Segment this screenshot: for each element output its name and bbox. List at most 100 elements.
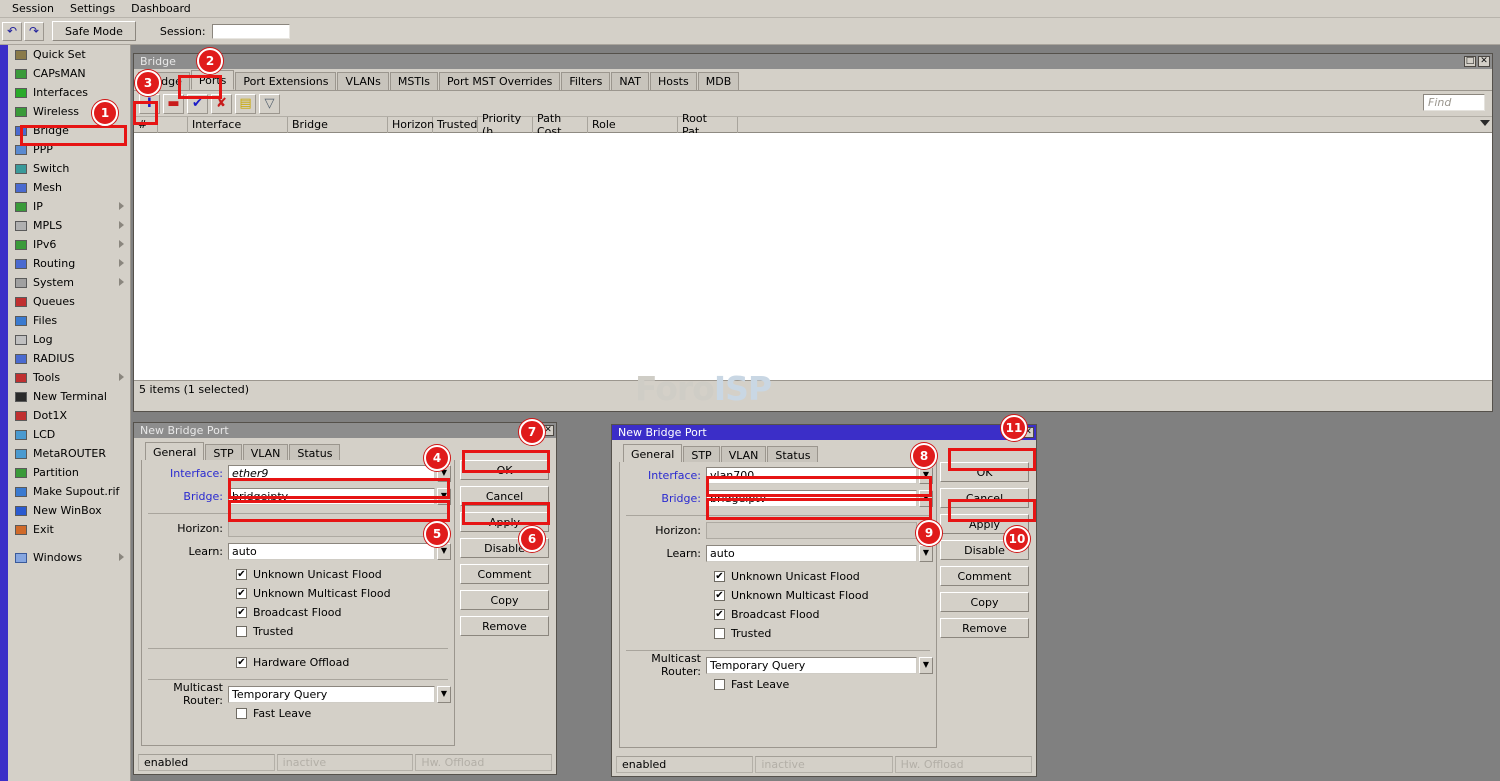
sidebar-item-ipv6[interactable]: IPv6 [8, 235, 131, 254]
multicast-router-input[interactable]: Temporary Query [228, 686, 435, 703]
tab-nat[interactable]: NAT [611, 72, 649, 90]
remove-button[interactable]: Remove [460, 616, 549, 636]
tab-filters[interactable]: Filters [561, 72, 610, 90]
learn-input[interactable]: auto [706, 545, 917, 562]
checkbox-row-broadcast-flood[interactable]: ✔Broadcast Flood [620, 605, 936, 624]
checkbox-unknown-unicast-flood[interactable]: ✔ [714, 571, 725, 582]
undo-icon[interactable]: ↶ [2, 22, 22, 41]
sidebar-item-mpls[interactable]: MPLS [8, 216, 131, 235]
menu-item-dashboard[interactable]: Dashboard [123, 1, 199, 16]
interface-input[interactable]: ether9 [228, 465, 435, 482]
sidebar-item-queues[interactable]: Queues [8, 292, 131, 311]
column-chooser-icon[interactable] [1480, 120, 1490, 126]
column-header-blank[interactable] [158, 117, 188, 133]
sidebar-item-ip[interactable]: IP [8, 197, 131, 216]
menu-item-settings[interactable]: Settings [62, 1, 123, 16]
cancel-button[interactable]: Cancel [940, 488, 1029, 508]
checkbox-unknown-unicast-flood[interactable]: ✔ [236, 569, 247, 580]
sidebar-item-system[interactable]: System [8, 273, 131, 292]
checkbox-row-trusted[interactable]: Trusted [620, 624, 936, 643]
learn-dropdown-icon[interactable]: ▼ [919, 545, 933, 562]
tab-mstis[interactable]: MSTIs [390, 72, 438, 90]
column-header-root-pat[interactable]: Root Pat... [678, 117, 738, 133]
multicast-router-dropdown-icon[interactable]: ▼ [437, 686, 451, 703]
multicast-router-input[interactable]: Temporary Query [706, 657, 917, 674]
checkbox-trusted[interactable] [236, 626, 247, 637]
tab-port-extensions[interactable]: Port Extensions [235, 72, 336, 90]
checkbox-fast-leave[interactable] [714, 679, 725, 690]
sidebar-item-new-terminal[interactable]: New Terminal [8, 387, 131, 406]
checkbox-broadcast-flood[interactable]: ✔ [236, 607, 247, 618]
column-header-trusted[interactable]: Trusted [433, 117, 478, 133]
checkbox-trusted[interactable] [714, 628, 725, 639]
sidebar-item-tools[interactable]: Tools [8, 368, 131, 387]
checkbox-unknown-multicast-flood[interactable]: ✔ [236, 588, 247, 599]
sidebar-item-files[interactable]: Files [8, 311, 131, 330]
interface-input[interactable]: vlan700 [706, 467, 917, 484]
column-header-role[interactable]: Role [588, 117, 678, 133]
sidebar-item-lcd[interactable]: LCD [8, 425, 131, 444]
ports-table-body[interactable] [134, 133, 1492, 380]
sidebar-item-new-winbox[interactable]: New WinBox [8, 501, 131, 520]
comment-button[interactable]: Comment [460, 564, 549, 584]
checkbox-row-unknown-unicast-flood[interactable]: ✔Unknown Unicast Flood [142, 565, 454, 584]
copy-button[interactable]: Copy [940, 592, 1029, 612]
checkbox-broadcast-flood[interactable]: ✔ [714, 609, 725, 620]
tab-general[interactable]: General [623, 444, 682, 464]
ok-button[interactable]: OK [460, 460, 549, 480]
column-header-blank[interactable] [738, 117, 1492, 133]
sidebar-item-switch[interactable]: Switch [8, 159, 131, 178]
bridge-dropdown-icon[interactable]: ▼ [919, 490, 933, 507]
tab-hosts[interactable]: Hosts [650, 72, 697, 90]
copy-button[interactable]: Copy [460, 590, 549, 610]
sidebar-item-mesh[interactable]: Mesh [8, 178, 131, 197]
checkbox-row-hardware-offload[interactable]: ✔Hardware Offload [142, 653, 454, 672]
column-header-path-cost[interactable]: Path Cost [533, 117, 588, 133]
sidebar-item-capsman[interactable]: CAPsMAN [8, 64, 131, 83]
learn-input[interactable]: auto [228, 543, 435, 560]
ok-button[interactable]: OK [940, 462, 1029, 482]
disable-button[interactable]: ✘ [211, 94, 232, 114]
column-header-interface[interactable]: Interface [188, 117, 288, 133]
maximize-icon[interactable]: □ [1464, 56, 1476, 67]
horizon-input[interactable] [228, 520, 435, 537]
sidebar-item-windows[interactable]: Windows [8, 548, 131, 567]
sidebar-item-dot1x[interactable]: Dot1X [8, 406, 131, 425]
tab-general[interactable]: General [145, 442, 204, 462]
close-icon[interactable]: ✕ [1478, 56, 1490, 67]
checkbox-hardware-offload[interactable]: ✔ [236, 657, 247, 668]
sidebar-item-metarouter[interactable]: MetaROUTER [8, 444, 131, 463]
tab-mdb[interactable]: MDB [698, 72, 740, 90]
session-input[interactable] [212, 24, 290, 39]
sidebar-item-routing[interactable]: Routing [8, 254, 131, 273]
interface-dropdown-icon[interactable]: ▼ [919, 467, 933, 484]
sidebar-item-radius[interactable]: RADIUS [8, 349, 131, 368]
remove-button[interactable]: Remove [940, 618, 1029, 638]
remove-button[interactable]: ▬ [163, 94, 184, 114]
safe-mode-button[interactable]: Safe Mode [52, 21, 136, 41]
sidebar-item-exit[interactable]: Exit [8, 520, 131, 539]
dialog-right-titlebar[interactable]: New Bridge Port ✕ [612, 425, 1036, 440]
checkbox-row-unknown-unicast-flood[interactable]: ✔Unknown Unicast Flood [620, 567, 936, 586]
bridge-dropdown-icon[interactable]: ▼ [437, 488, 451, 505]
sidebar-item-bridge[interactable]: Bridge [8, 121, 131, 140]
sidebar-item-quick-set[interactable]: Quick Set [8, 45, 131, 64]
sidebar-item-interfaces[interactable]: Interfaces [8, 83, 131, 102]
column-header-bridge[interactable]: Bridge [288, 117, 388, 133]
checkbox-row-unknown-multicast-flood[interactable]: ✔Unknown Multicast Flood [620, 586, 936, 605]
sidebar-item-log[interactable]: Log [8, 330, 131, 349]
comment-button[interactable]: ▤ [235, 94, 256, 114]
bridge-input[interactable]: bridgeiptv [228, 488, 435, 505]
multicast-router-dropdown-icon[interactable]: ▼ [919, 657, 933, 674]
cancel-button[interactable]: Cancel [460, 486, 549, 506]
column-header-priority-h[interactable]: Priority (h... [478, 117, 533, 133]
bridge-input[interactable]: bridgeiptv [706, 490, 917, 507]
column-header-[interactable]: # [134, 117, 158, 133]
horizon-input[interactable] [706, 522, 917, 539]
column-header-horizon[interactable]: Horizon [388, 117, 433, 133]
checkbox-row-broadcast-flood[interactable]: ✔Broadcast Flood [142, 603, 454, 622]
tab-port-mst-overrides[interactable]: Port MST Overrides [439, 72, 560, 90]
filter-button[interactable]: ▽ [259, 94, 280, 114]
menu-item-session[interactable]: Session [4, 1, 62, 16]
sidebar-item-partition[interactable]: Partition [8, 463, 131, 482]
